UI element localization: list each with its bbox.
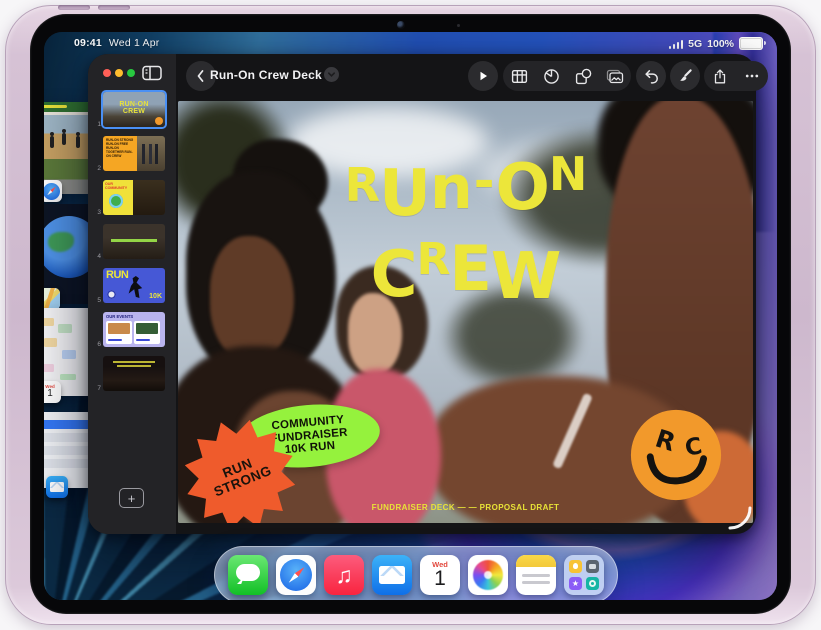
clock: 09:41 — [74, 37, 102, 49]
battery-percent: 100% — [707, 38, 734, 50]
slide-number: 7 — [88, 385, 101, 392]
music-note-icon: ♫ — [335, 562, 352, 589]
slide-caption[interactable]: FUNDRAISER DECK — — PROPOSAL DRAFT — [372, 503, 560, 512]
slide-thumb-row: 3OUR COMMUNITY — [88, 180, 176, 218]
maps-icon — [44, 288, 60, 310]
share-button[interactable] — [705, 61, 735, 91]
signal-icon — [669, 39, 684, 49]
window-close-button[interactable] — [103, 69, 111, 77]
camera-mini-icon — [586, 560, 599, 573]
slide-number: 1 — [88, 121, 101, 128]
slide-number: 6 — [88, 341, 101, 348]
slide-thumbnail-5[interactable]: RUN10K — [103, 268, 165, 303]
slide-thumb-row: 6OUR EVENTS — [88, 312, 176, 350]
slide-navigator-sidebar: 1RUN-ON CREW 2RUN-ON STRONG RUN-ON FREE R… — [88, 54, 176, 534]
imovie-mini-icon: ★ — [569, 577, 582, 590]
sidebar-toggle-icon[interactable] — [142, 65, 162, 81]
network-label: 5G — [688, 38, 702, 50]
slide-canvas[interactable]: RUn-ON CREW COMMUNITY FUNDRAISER 10K RUN… — [178, 101, 753, 523]
slide-thumbnail-2[interactable]: RUN-ON STRONG RUN-ON FREE RUN-ON TOGETHE… — [103, 136, 165, 171]
slide-number: 3 — [88, 209, 101, 216]
messages-app-icon[interactable] — [228, 555, 268, 595]
tips-mini-icon — [569, 560, 582, 573]
ipad-bezel: 09:41 Wed 1 Apr 5G 100% — [30, 14, 791, 614]
status-bar-left: 09:41 Wed 1 Apr — [74, 37, 160, 49]
toolbar: Run-On Crew Deck — [176, 54, 756, 98]
slide-title-line2[interactable]: CREW — [178, 269, 753, 285]
ipad-chassis: 09:41 Wed 1 Apr 5G 100% — [5, 5, 816, 625]
apps-folder-icon[interactable]: ★ — [564, 555, 604, 595]
chat-bubble-icon — [236, 564, 260, 581]
watch-mini-icon — [586, 577, 599, 590]
flower-icon — [473, 560, 503, 590]
slide-number: 2 — [88, 165, 101, 172]
add-slide-button[interactable]: + — [119, 488, 144, 508]
compass-icon — [280, 559, 312, 591]
more-button[interactable] — [737, 61, 767, 91]
slide-thumb-row: 2RUN-ON STRONG RUN-ON FREE RUN-ON TOGETH… — [88, 136, 176, 174]
safari-icon — [44, 180, 62, 202]
envelope-icon — [379, 566, 405, 584]
window-zoom-button[interactable] — [127, 69, 135, 77]
table-button[interactable] — [504, 61, 534, 91]
slide-thumbnail-6[interactable]: OUR EVENTS — [103, 312, 165, 347]
chart-button[interactable] — [536, 61, 566, 91]
music-app-icon[interactable]: ♫ — [324, 555, 364, 595]
runner-left-face — [210, 236, 294, 361]
window-minimize-button[interactable] — [115, 69, 123, 77]
notes-app-icon[interactable] — [516, 555, 556, 595]
slide-thumbnail-7[interactable] — [103, 356, 165, 391]
calendar-app-icon[interactable]: Wed 1 — [420, 555, 460, 595]
safari-app-icon[interactable] — [276, 555, 316, 595]
slide-thumbnail-4[interactable] — [103, 224, 165, 259]
slide-thumb-row: 7 — [88, 356, 176, 394]
slide-title-line1[interactable]: RUn-ON — [178, 185, 753, 201]
document-title-chevron-icon[interactable] — [324, 67, 339, 82]
media-button[interactable] — [600, 61, 630, 91]
volume-down-button[interactable] — [98, 5, 130, 10]
volume-up-button[interactable] — [58, 5, 90, 10]
mic-dot — [457, 24, 460, 27]
slide-thumb-row: 4 — [88, 224, 176, 262]
date: Wed 1 Apr — [109, 37, 160, 49]
slide-number: 4 — [88, 253, 101, 260]
slide-thumbnail-3[interactable]: OUR COMMUNITY — [103, 180, 165, 215]
play-button[interactable] — [468, 61, 498, 91]
front-camera — [397, 21, 405, 29]
mail-icon — [46, 476, 68, 498]
ipad-screen: 09:41 Wed 1 Apr 5G 100% — [44, 32, 777, 600]
window-resize-handle[interactable] — [727, 505, 753, 531]
rc-smiley-badge[interactable]: R C — [630, 409, 722, 501]
slide-thumb-row: 5RUN10K — [88, 268, 176, 306]
slide-number: 5 — [88, 297, 101, 304]
battery-icon — [739, 37, 763, 50]
dock: ♫ Wed 1 ★ — [214, 546, 618, 600]
mail-app-icon[interactable] — [372, 555, 412, 595]
shapes-button[interactable] — [568, 61, 598, 91]
photos-app-icon[interactable] — [468, 555, 508, 595]
calendar-icon: Wed 1 — [44, 381, 61, 403]
document-title[interactable]: Run-On Crew Deck — [210, 68, 322, 82]
format-brush-button[interactable] — [670, 61, 700, 91]
slide-thumbnail-1[interactable]: RUN-ON CREW — [103, 92, 165, 127]
calendar-date-label: 1 — [420, 569, 460, 589]
keynote-window: 1RUN-ON CREW 2RUN-ON STRONG RUN-ON FREE R… — [88, 54, 756, 534]
status-bar-right: 5G 100% — [669, 37, 763, 50]
undo-button[interactable] — [636, 61, 666, 91]
slide-thumb-row: 1RUN-ON CREW — [88, 92, 176, 130]
